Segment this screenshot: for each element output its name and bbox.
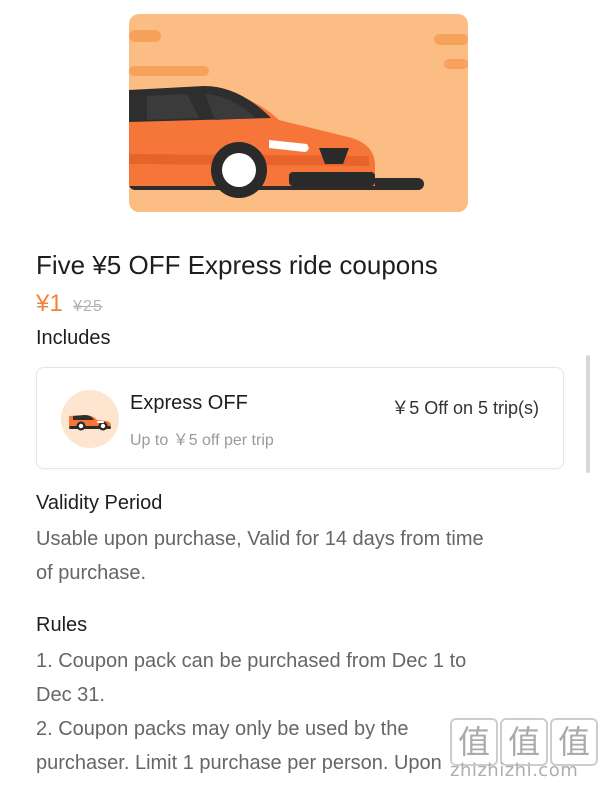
- watermark-text: zhizhizhi.com: [450, 760, 579, 781]
- rule-line: 1. Coupon pack can be purchased from Dec…: [36, 650, 467, 672]
- speed-streak: [129, 30, 161, 42]
- speed-streak: [434, 34, 468, 45]
- coupon-value: ￥5 Off on 5 trip(s): [391, 398, 539, 418]
- original-price: ¥25: [73, 298, 103, 315]
- watermark: 值 值 值 zhizhizhi.com: [448, 716, 598, 787]
- validity-heading: Validity Period: [36, 492, 163, 514]
- coupon-pack-title: Five ¥5 OFF Express ride coupons: [36, 250, 438, 280]
- price-row: ¥1 ¥25: [36, 290, 103, 320]
- coupon-description: Up to ￥5 off per trip: [130, 432, 274, 449]
- coupon-detail-page: Five ¥5 OFF Express ride coupons ¥1 ¥25 …: [0, 0, 600, 787]
- watermark-glyph: 值: [500, 718, 548, 766]
- rules-heading: Rules: [36, 614, 88, 636]
- validity-text: Usable upon purchase, Valid for 14 days …: [36, 522, 566, 590]
- validity-line: Usable upon purchase, Valid for 14 days …: [36, 528, 484, 550]
- validity-line: of purchase.: [36, 562, 147, 584]
- coupon-item-card[interactable]: Express OFF Up to ￥5 off per trip ￥5 Off…: [36, 367, 564, 469]
- hero-car-image: [129, 14, 468, 212]
- sale-price: ¥1: [36, 290, 63, 317]
- coupon-name: Express OFF: [130, 392, 248, 414]
- rule-line: Dec 31.: [36, 684, 105, 706]
- watermark-glyph: 值: [550, 718, 598, 766]
- speed-streak: [444, 59, 468, 69]
- includes-heading: Includes: [36, 327, 111, 349]
- car-illustration: [129, 30, 468, 198]
- watermark-glyph: 值: [450, 718, 498, 766]
- car-icon: [61, 390, 119, 448]
- car-bumper: [289, 172, 375, 186]
- speed-streak: [129, 66, 209, 76]
- car-hubcap: [222, 153, 256, 187]
- scrollbar-thumb[interactable]: [586, 355, 590, 473]
